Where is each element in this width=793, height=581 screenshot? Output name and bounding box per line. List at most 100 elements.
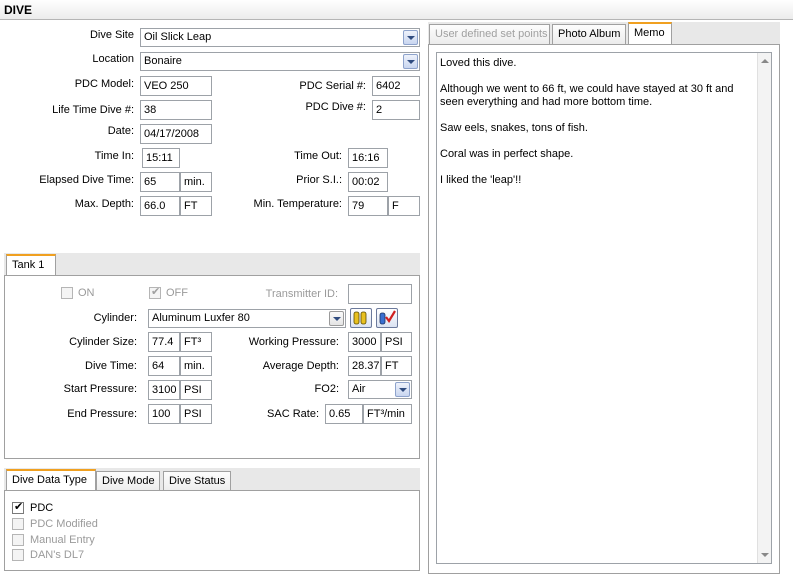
memo-line: Coral was in perfect shape.	[440, 148, 574, 160]
tank-check-icon	[379, 310, 396, 325]
start-pressure-label: Start Pressure:	[63, 383, 137, 395]
elapsed-time-label: Elapsed Dive Time:	[39, 174, 134, 186]
pdc-modified-label: PDC Modified	[30, 518, 98, 530]
time-in-label: Time In:	[94, 150, 134, 162]
end-pressure-label: End Pressure:	[67, 408, 137, 420]
time-out-label: Time Out:	[294, 150, 342, 162]
time-in-field[interactable]: 15:11	[142, 148, 180, 168]
pdc-option-label: PDC	[30, 502, 54, 514]
fo2-combo[interactable]: Air	[348, 380, 412, 399]
min-temp-unit: F	[388, 196, 420, 216]
cylinder-size-unit: FT³	[180, 332, 212, 352]
pdc-serial-label: PDC Serial #:	[299, 80, 366, 92]
memo-line: Saw eels, snakes, tons of fish.	[440, 122, 588, 134]
pdc-model-field[interactable]: VEO 250	[140, 76, 212, 96]
tanks-icon[interactable]	[350, 308, 372, 328]
check-icon: ✔	[14, 501, 24, 513]
prior-si-label: Prior S.I.:	[296, 174, 342, 186]
chevron-down-icon[interactable]	[403, 30, 418, 45]
manual-entry-label: Manual Entry	[30, 534, 95, 546]
dans-dl7-label: DAN's DL7	[30, 549, 85, 561]
sac-rate-field[interactable]: 0.65	[325, 404, 363, 424]
location-value: Bonaire	[144, 55, 182, 67]
life-time-dive-label: Life Time Dive #:	[52, 104, 134, 116]
dive-site-value: Oil Slick Leap	[144, 31, 212, 43]
pdc-modified-checkbox[interactable]	[12, 518, 24, 530]
chevron-down-icon[interactable]	[403, 54, 418, 69]
max-depth-field[interactable]: 66.0	[140, 196, 180, 216]
time-out-field[interactable]: 16:16	[348, 148, 388, 168]
dive-site-combo[interactable]: Oil Slick Leap	[140, 28, 420, 47]
working-pressure-unit: PSI	[381, 332, 412, 352]
tab-user-defined-set-points[interactable]: User defined set points	[429, 24, 550, 44]
check-icon: ✔	[151, 286, 161, 298]
on-checkbox[interactable]	[61, 287, 73, 299]
life-time-dive-field[interactable]: 38	[140, 100, 212, 120]
transmitter-id-field[interactable]	[348, 284, 412, 304]
window-title: DIVE	[0, 0, 793, 20]
pdc-dive-label: PDC Dive #:	[305, 101, 366, 113]
memo-scrollbar[interactable]	[757, 53, 771, 563]
fo2-value: Air	[352, 383, 366, 395]
tank-check-icon[interactable]	[376, 308, 398, 328]
memo-line: I liked the 'leap'!!	[440, 174, 522, 186]
prior-si-field[interactable]: 00:02	[348, 172, 388, 192]
tab-dive-status[interactable]: Dive Status	[163, 471, 231, 491]
cylinder-combo[interactable]: Aluminum Luxfer 80	[148, 309, 346, 328]
memo-line: Loved this dive.	[440, 57, 517, 69]
tanks-icon	[353, 311, 367, 325]
sac-rate-label: SAC Rate:	[267, 408, 319, 420]
dive-time-label: Dive Time:	[85, 360, 137, 372]
on-label: ON	[78, 287, 95, 299]
chevron-down-icon[interactable]	[395, 382, 410, 397]
tab-photo-album[interactable]: Photo Album	[552, 24, 626, 44]
max-depth-unit: FT	[180, 196, 212, 216]
pdc-dive-field[interactable]: 2	[372, 100, 420, 120]
average-depth-label: Average Depth:	[262, 360, 339, 372]
average-depth-field[interactable]: 28.37	[348, 356, 381, 376]
working-pressure-label: Working Pressure:	[248, 336, 339, 348]
tank-tabstrip	[4, 253, 420, 275]
fo2-label: FO2:	[314, 383, 339, 395]
start-pressure-unit: PSI	[180, 380, 212, 400]
manual-entry-checkbox[interactable]	[12, 534, 24, 546]
elapsed-time-unit: min.	[180, 172, 212, 192]
min-temp-label: Min. Temperature:	[253, 198, 342, 210]
elapsed-time-field[interactable]: 65	[140, 172, 180, 192]
pdc-serial-field[interactable]: 6402	[372, 76, 420, 96]
chevron-down-icon[interactable]	[329, 311, 344, 326]
pdc-checkbox[interactable]: ✔	[12, 501, 24, 514]
dive-time-unit: min.	[180, 356, 212, 376]
dive-time-field[interactable]: 64	[148, 356, 180, 376]
dans-dl7-checkbox[interactable]	[12, 549, 24, 561]
memo-line: Although we went to 66 ft, we could have…	[440, 83, 734, 108]
transmitter-id-label: Transmitter ID:	[265, 288, 338, 300]
date-label: Date:	[107, 125, 134, 137]
off-label: OFF	[166, 287, 188, 299]
off-checkbox[interactable]: ✔	[149, 286, 161, 299]
cylinder-label: Cylinder:	[93, 312, 137, 324]
pdc-model-label: PDC Model:	[74, 78, 134, 90]
dive-site-label: Dive Site	[89, 29, 134, 41]
tab-dive-data-type[interactable]: Dive Data Type	[6, 469, 96, 491]
sac-rate-unit: FT³/min	[363, 404, 412, 424]
tab-tank-1[interactable]: Tank 1	[6, 254, 56, 276]
end-pressure-unit: PSI	[180, 404, 212, 424]
location-label: Location	[92, 53, 134, 65]
cylinder-size-field[interactable]: 77.4	[148, 332, 180, 352]
scroll-down-icon[interactable]	[761, 553, 769, 557]
working-pressure-field[interactable]: 3000	[348, 332, 381, 352]
location-combo[interactable]: Bonaire	[140, 52, 420, 71]
min-temp-field[interactable]: 79	[348, 196, 388, 216]
cylinder-value: Aluminum Luxfer 80	[152, 312, 250, 324]
tab-memo[interactable]: Memo	[628, 22, 672, 44]
cylinder-size-label: Cylinder Size:	[69, 336, 137, 348]
date-field[interactable]: 04/17/2008	[140, 124, 212, 144]
scroll-up-icon[interactable]	[761, 59, 769, 63]
start-pressure-field[interactable]: 3100	[148, 380, 180, 400]
max-depth-label: Max. Depth:	[74, 198, 134, 210]
average-depth-unit: FT	[381, 356, 412, 376]
memo-textarea[interactable]: Loved this dive. Although we went to 66 …	[436, 52, 772, 564]
tab-dive-mode[interactable]: Dive Mode	[96, 471, 160, 491]
end-pressure-field[interactable]: 100	[148, 404, 180, 424]
